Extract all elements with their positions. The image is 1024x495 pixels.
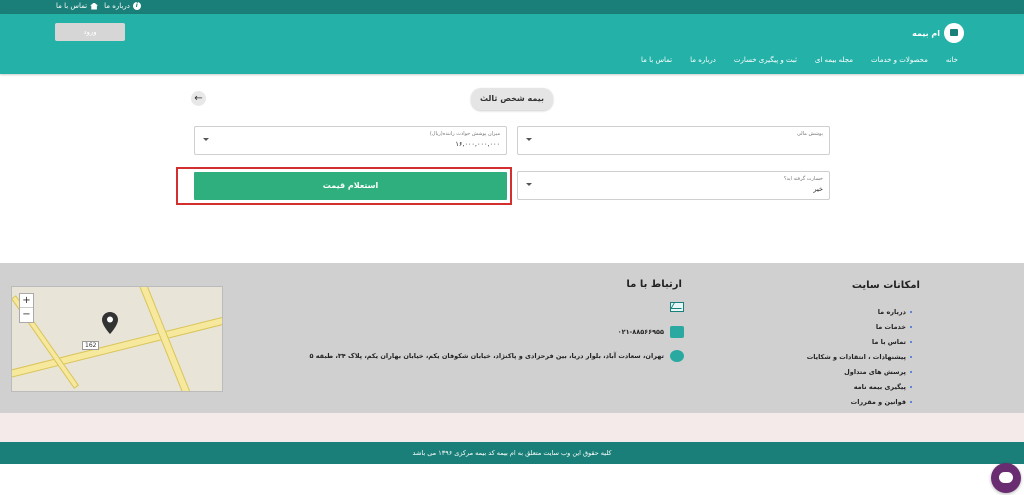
footer-spacer	[0, 413, 1024, 442]
mail-icon	[670, 302, 684, 312]
chat-bubble-icon[interactable]	[991, 463, 1021, 493]
top-link-contact[interactable]: تماس با ما	[56, 2, 99, 10]
claim-history-select[interactable]: خسارت گرفته اید؟ خیر	[517, 171, 830, 200]
map-zoom-control: + −	[19, 293, 34, 323]
brand[interactable]: ام بیمه	[912, 23, 964, 43]
phone-number: ۰۲۱-۸۸۵۶۶۹۵۵	[617, 328, 664, 336]
brand-name: ام بیمه	[912, 28, 940, 38]
phone-icon	[670, 326, 684, 338]
page-title: بیمه شخص ثالث	[471, 88, 553, 110]
home-icon	[90, 2, 99, 10]
footer-links: درباره ما خدمات ما تماس با ما پیشنهادات …	[807, 304, 912, 409]
login-button[interactable]: ورود	[55, 23, 125, 41]
features-title: امکانات سایت	[851, 280, 920, 291]
top-link-about[interactable]: درباره ما i	[104, 2, 141, 10]
footer-link-services[interactable]: خدمات ما	[807, 319, 912, 334]
footer-link-feedback[interactable]: پیشنهادات ، انتقادات و شکایات	[807, 349, 912, 364]
back-arrow-icon[interactable]: ←	[191, 91, 206, 106]
nav-item-products[interactable]: محصولات و خدمات	[871, 56, 928, 64]
nav-item-about[interactable]: درباره ما	[690, 56, 716, 64]
contact-title: ارتباط با ما	[626, 279, 682, 290]
location-icon	[670, 350, 684, 362]
footer-link-contact[interactable]: تماس با ما	[807, 334, 912, 349]
claim-history-value: خیر	[813, 185, 823, 193]
footer-link-about[interactable]: درباره ما	[807, 304, 912, 319]
footer-link-rules[interactable]: قوانین و مقررات	[807, 394, 912, 409]
logo-icon	[944, 23, 964, 43]
coverage-select[interactable]: پوشش مالی	[517, 126, 830, 155]
top-bar: تماس با ما درباره ما i	[0, 0, 1024, 14]
address-text: تهران، سعادت آباد، بلوار دریا، بین فرحزا…	[309, 352, 664, 360]
coverage-label: پوشش مالی	[796, 131, 823, 137]
map-label: 162	[82, 341, 100, 350]
claim-history-label: خسارت گرفته اید؟	[783, 176, 823, 182]
nav-item-home[interactable]: خانه	[946, 56, 958, 64]
top-links: تماس با ما درباره ما i	[56, 2, 141, 10]
header: ورود ام بیمه خانه محصولات و خدمات مجله ب…	[0, 14, 1024, 74]
contact-email[interactable]	[670, 302, 684, 312]
contact-phone[interactable]: ۰۲۱-۸۸۵۶۶۹۵۵	[618, 326, 684, 338]
map-pin-icon	[102, 312, 118, 334]
nav-item-claims[interactable]: ثبت و پیگیری خسارت	[734, 56, 797, 64]
footer-link-tracking[interactable]: پیگیری بیمه نامه	[807, 379, 912, 394]
zoom-in-button[interactable]: +	[20, 294, 33, 308]
chevron-down-icon	[526, 183, 532, 186]
nav-item-contact[interactable]: تماس با ما	[641, 56, 672, 64]
driver-coverage-value: ۱۶,۰۰۰,۰۰۰,۰۰۰	[455, 140, 500, 148]
main-nav: خانه محصولات و خدمات مجله بیمه ای ثبت و …	[641, 56, 958, 64]
driver-coverage-select[interactable]: میزان پوشش حوادث راننده(ریال) ۱۶,۰۰۰,۰۰۰…	[194, 126, 507, 155]
footer-link-faq[interactable]: پرسش های متداول	[807, 364, 912, 379]
top-link-about-label: درباره ما	[104, 2, 130, 10]
nav-item-magazine[interactable]: مجله بیمه ای	[815, 56, 853, 64]
copyright: کلیه حقوق این وب سایت متعلق به ام بیمه ک…	[0, 442, 1024, 464]
chevron-down-icon	[526, 138, 532, 141]
price-inquiry-button[interactable]: استعلام قیمت	[194, 172, 507, 200]
driver-coverage-label: میزان پوشش حوادث راننده(ریال)	[429, 131, 500, 137]
info-icon: i	[132, 2, 141, 10]
top-link-contact-label: تماس با ما	[56, 2, 88, 10]
chevron-down-icon	[203, 138, 209, 141]
contact-address: تهران، سعادت آباد، بلوار دریا، بین فرحزا…	[309, 350, 684, 362]
zoom-out-button[interactable]: −	[20, 308, 33, 322]
location-map[interactable]: 162	[11, 286, 223, 392]
